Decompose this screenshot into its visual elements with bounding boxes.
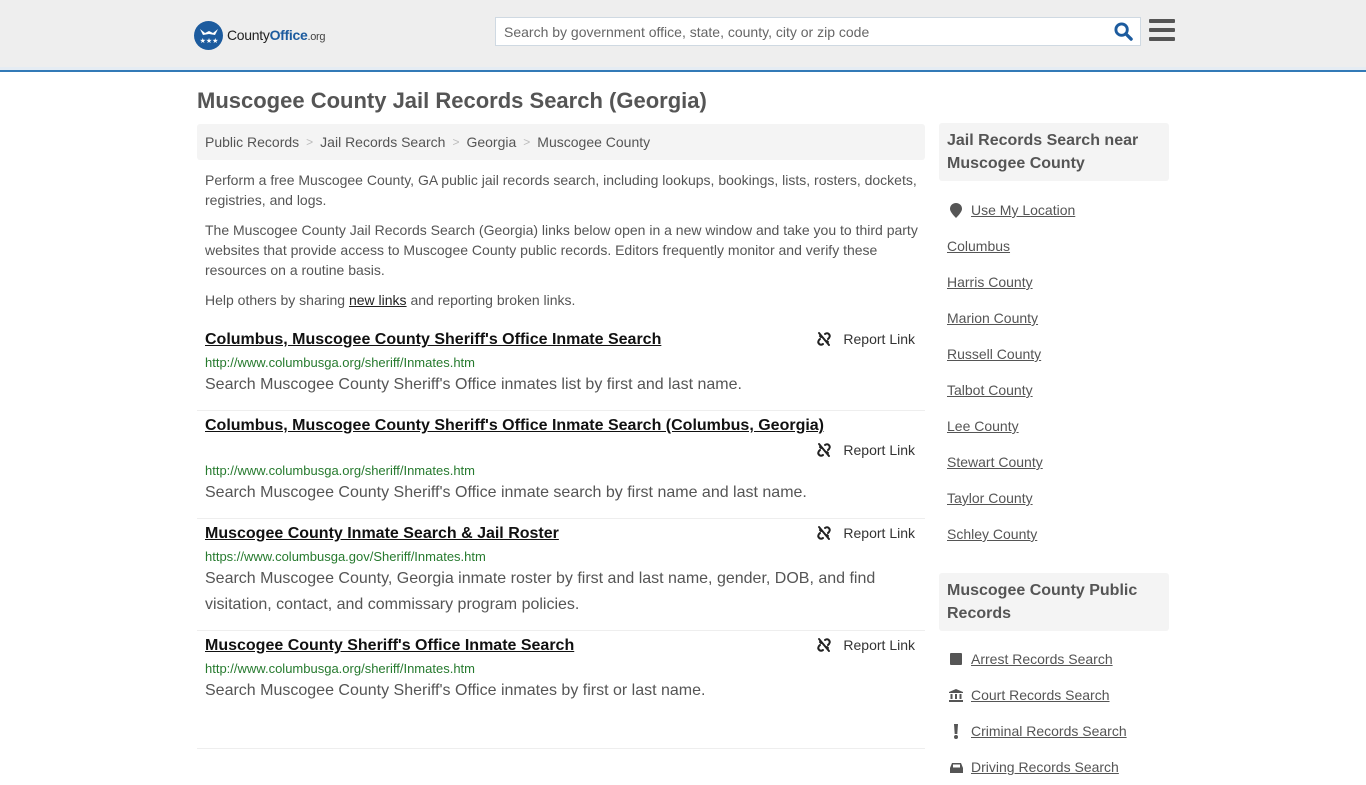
- public-records-list: Arrest Records Search Court Records Sear…: [947, 641, 1167, 785]
- hamburger-menu-icon[interactable]: [1149, 19, 1175, 41]
- logo-text: CountyOffice.org: [227, 27, 326, 43]
- result-url: https://www.columbusga.gov/Sheriff/Inmat…: [205, 549, 486, 564]
- breadcrumb-separator: >: [306, 135, 314, 149]
- page-title: Muscogee County Jail Records Search (Geo…: [197, 88, 707, 113]
- nearby-link-taylor-county[interactable]: Taylor County: [947, 490, 1033, 506]
- use-my-location-link[interactable]: Use My Location: [971, 202, 1075, 218]
- nearby-link-stewart-county[interactable]: Stewart County: [947, 454, 1043, 470]
- square-icon: [947, 653, 965, 665]
- result-description: Search Muscogee County Sheriff's Office …: [205, 484, 807, 501]
- result-item: Columbus, Muscogee County Sheriff's Offi…: [197, 325, 925, 411]
- intro-paragraph: The Muscogee County Jail Records Search …: [205, 222, 918, 278]
- nearby-item: Schley County: [947, 516, 1167, 552]
- nearby-heading: Jail Records Search near Muscogee County: [939, 123, 1169, 181]
- public-records-item: Court Records Search: [947, 677, 1167, 713]
- nearby-item: Lee County: [947, 408, 1167, 444]
- report-link-button[interactable]: Report Link: [816, 525, 915, 541]
- nearby-item: Talbot County: [947, 372, 1167, 408]
- arrest-records-link[interactable]: Arrest Records Search: [971, 651, 1113, 667]
- result-url: http://www.columbusga.org/sheriff/Inmate…: [205, 463, 475, 478]
- result-title-link[interactable]: Columbus, Muscogee County Sheriff's Offi…: [205, 330, 661, 350]
- search-input[interactable]: [496, 18, 1106, 45]
- results-list: Columbus, Muscogee County Sheriff's Offi…: [197, 325, 925, 749]
- nearby-link-schley-county[interactable]: Schley County: [947, 526, 1037, 542]
- report-link-label: Report Link: [843, 637, 915, 653]
- breadcrumb-georgia[interactable]: Georgia: [466, 134, 516, 150]
- breadcrumb-public-records[interactable]: Public Records: [205, 134, 299, 150]
- public-records-item: Criminal Records Search: [947, 713, 1167, 749]
- site-search: [495, 17, 1141, 46]
- site-logo[interactable]: ★★★ CountyOffice.org: [194, 20, 326, 50]
- result-url: http://www.columbusga.org/sheriff/Inmate…: [205, 355, 475, 370]
- breadcrumb-jail-records-search[interactable]: Jail Records Search: [320, 134, 445, 150]
- intro-paragraph: Perform a free Muscogee County, GA publi…: [205, 172, 917, 208]
- nearby-item: Russell County: [947, 336, 1167, 372]
- site-header: ★★★ CountyOffice.org: [0, 0, 1366, 72]
- menu-bar: [1149, 19, 1175, 23]
- report-link-button[interactable]: Report Link: [205, 442, 915, 458]
- nearby-item: Stewart County: [947, 444, 1167, 480]
- nearby-item: Marion County: [947, 300, 1167, 336]
- result-title-link[interactable]: Columbus, Muscogee County Sheriff's Offi…: [205, 416, 824, 436]
- nearby-item: Harris County: [947, 264, 1167, 300]
- breadcrumb: Public Records > Jail Records Search > G…: [197, 124, 925, 160]
- broken-link-icon: [817, 526, 832, 540]
- broken-link-icon: [817, 443, 832, 457]
- driving-records-link[interactable]: Driving Records Search: [971, 759, 1119, 775]
- broken-link-icon: [817, 332, 832, 346]
- search-icon: [1113, 22, 1133, 41]
- broken-link-icon: [817, 638, 832, 652]
- nearby-link-marion-county[interactable]: Marion County: [947, 310, 1038, 326]
- result-description: Search Muscogee County Sheriff's Office …: [205, 682, 706, 699]
- breadcrumb-separator: >: [523, 135, 531, 149]
- use-my-location-item: Use My Location: [947, 192, 1167, 228]
- result-item: Columbus, Muscogee County Sheriff's Offi…: [197, 411, 925, 519]
- nearby-link-columbus[interactable]: Columbus: [947, 238, 1010, 254]
- result-url: http://www.columbusga.org/sheriff/Inmate…: [205, 661, 475, 676]
- report-link-button[interactable]: Report Link: [816, 637, 915, 653]
- eagle-stars-icon: ★★★: [194, 20, 223, 50]
- report-link-label: Report Link: [843, 442, 915, 458]
- report-link-label: Report Link: [843, 331, 915, 347]
- svg-text:★★★: ★★★: [199, 37, 218, 45]
- nearby-link-harris-county[interactable]: Harris County: [947, 274, 1033, 290]
- exclamation-icon: [947, 723, 965, 739]
- criminal-records-link[interactable]: Criminal Records Search: [971, 723, 1127, 739]
- map-marker-icon: [947, 202, 965, 218]
- result-description: Search Muscogee County, Georgia inmate r…: [205, 570, 876, 613]
- result-item: Muscogee County Sheriff's Office Inmate …: [197, 631, 925, 749]
- result-description: Search Muscogee County Sheriff's Office …: [205, 376, 742, 393]
- public-records-item: Arrest Records Search: [947, 641, 1167, 677]
- nearby-link-lee-county[interactable]: Lee County: [947, 418, 1019, 434]
- intro-text: Perform a free Muscogee County, GA publi…: [205, 170, 925, 320]
- breadcrumb-separator: >: [452, 135, 460, 149]
- courthouse-icon: [947, 688, 965, 702]
- result-title-link[interactable]: Muscogee County Inmate Search & Jail Ros…: [205, 524, 559, 544]
- nearby-item: Columbus: [947, 228, 1167, 264]
- sharing-note: Help others by sharing new links and rep…: [205, 292, 576, 308]
- nearby-link-russell-county[interactable]: Russell County: [947, 346, 1041, 362]
- breadcrumb-muscogee-county[interactable]: Muscogee County: [537, 134, 650, 150]
- public-records-heading: Muscogee County Public Records: [939, 573, 1169, 631]
- menu-bar: [1149, 28, 1175, 32]
- menu-bar: [1149, 37, 1175, 41]
- nearby-list: Use My Location Columbus Harris County M…: [947, 192, 1167, 552]
- search-button[interactable]: [1106, 18, 1140, 45]
- report-link-button[interactable]: Report Link: [816, 331, 915, 347]
- result-title-link[interactable]: Muscogee County Sheriff's Office Inmate …: [205, 636, 574, 656]
- car-icon: [947, 761, 965, 774]
- nearby-item: Taylor County: [947, 480, 1167, 516]
- nearby-link-talbot-county[interactable]: Talbot County: [947, 382, 1033, 398]
- public-records-item: Driving Records Search: [947, 749, 1167, 785]
- result-item: Muscogee County Inmate Search & Jail Ros…: [197, 519, 925, 631]
- new-links-link[interactable]: new links: [349, 292, 407, 308]
- report-link-label: Report Link: [843, 525, 915, 541]
- court-records-link[interactable]: Court Records Search: [971, 687, 1110, 703]
